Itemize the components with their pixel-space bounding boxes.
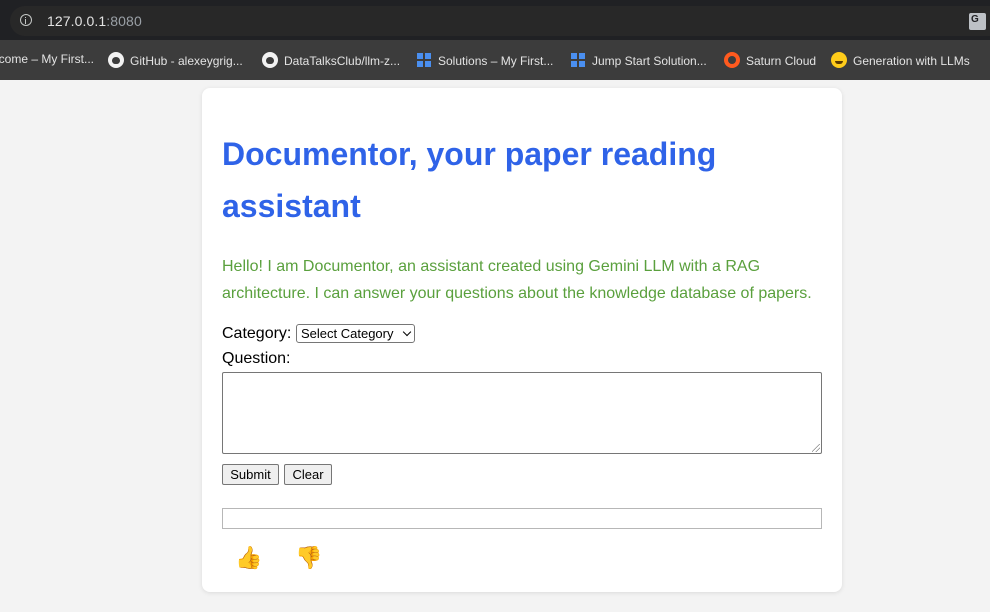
question-input[interactable] — [222, 372, 822, 454]
bookmark-label: Generation with LLMs — [853, 54, 970, 68]
github-icon — [262, 52, 278, 68]
clear-button[interactable]: Clear — [284, 464, 332, 485]
bookmarks-bar: lcome – My First... GitHub - alexeygrig.… — [0, 40, 990, 80]
bookmark-item[interactable]: Jump Start Solution... — [570, 52, 707, 68]
answer-field[interactable] — [222, 508, 822, 529]
bookmark-label: GitHub - alexeygrig... — [130, 54, 243, 68]
thumbs-down-icon[interactable]: 👎 — [294, 543, 324, 573]
translate-icon[interactable]: G — [969, 13, 986, 30]
intro-text: Hello! I am Documentor, an assistant cre… — [222, 258, 812, 302]
site-info-icon[interactable] — [20, 14, 32, 26]
bookmark-label: lcome – My First... — [0, 52, 95, 66]
bookmark-label: Solutions – My First... — [438, 54, 554, 68]
address-bar[interactable] — [10, 6, 990, 36]
bookmark-item[interactable]: Saturn Cloud — [724, 52, 816, 68]
page-title: Documentor, your paper reading assistant — [222, 136, 717, 224]
grid-icon — [416, 52, 432, 68]
address-bar-area: 127.0.0.1:8080 G — [0, 0, 990, 40]
bookmark-item[interactable]: GitHub - alexeygrig... — [108, 52, 243, 68]
bookmark-item[interactable]: DataTalksClub/llm-z... — [262, 52, 400, 68]
bookmark-item[interactable]: lcome – My First... — [0, 52, 94, 68]
thumbs-up-icon[interactable]: 👍 — [234, 543, 264, 573]
category-selected-value: Select Category — [301, 326, 394, 341]
bookmark-label: DataTalksClub/llm-z... — [284, 54, 401, 68]
url-text[interactable]: 127.0.0.1:8080 — [47, 13, 142, 29]
category-label: Category: — [222, 325, 292, 342]
chevron-down-icon — [402, 327, 412, 337]
bookmark-label: Saturn Cloud — [746, 54, 817, 68]
bookmark-item[interactable]: Solutions – My First... — [416, 52, 553, 68]
bookmark-label: Jump Start Solution... — [592, 54, 707, 68]
huggingface-icon — [831, 52, 847, 68]
grid-icon — [570, 52, 586, 68]
question-label: Question: — [222, 350, 291, 367]
submit-button[interactable]: Submit — [222, 464, 279, 485]
github-icon — [108, 52, 124, 68]
resize-grip-icon[interactable] — [812, 444, 820, 452]
saturn-icon — [724, 52, 740, 68]
category-select[interactable]: Select Category — [296, 324, 415, 343]
bookmark-item[interactable]: Generation with LLMs — [831, 52, 970, 68]
